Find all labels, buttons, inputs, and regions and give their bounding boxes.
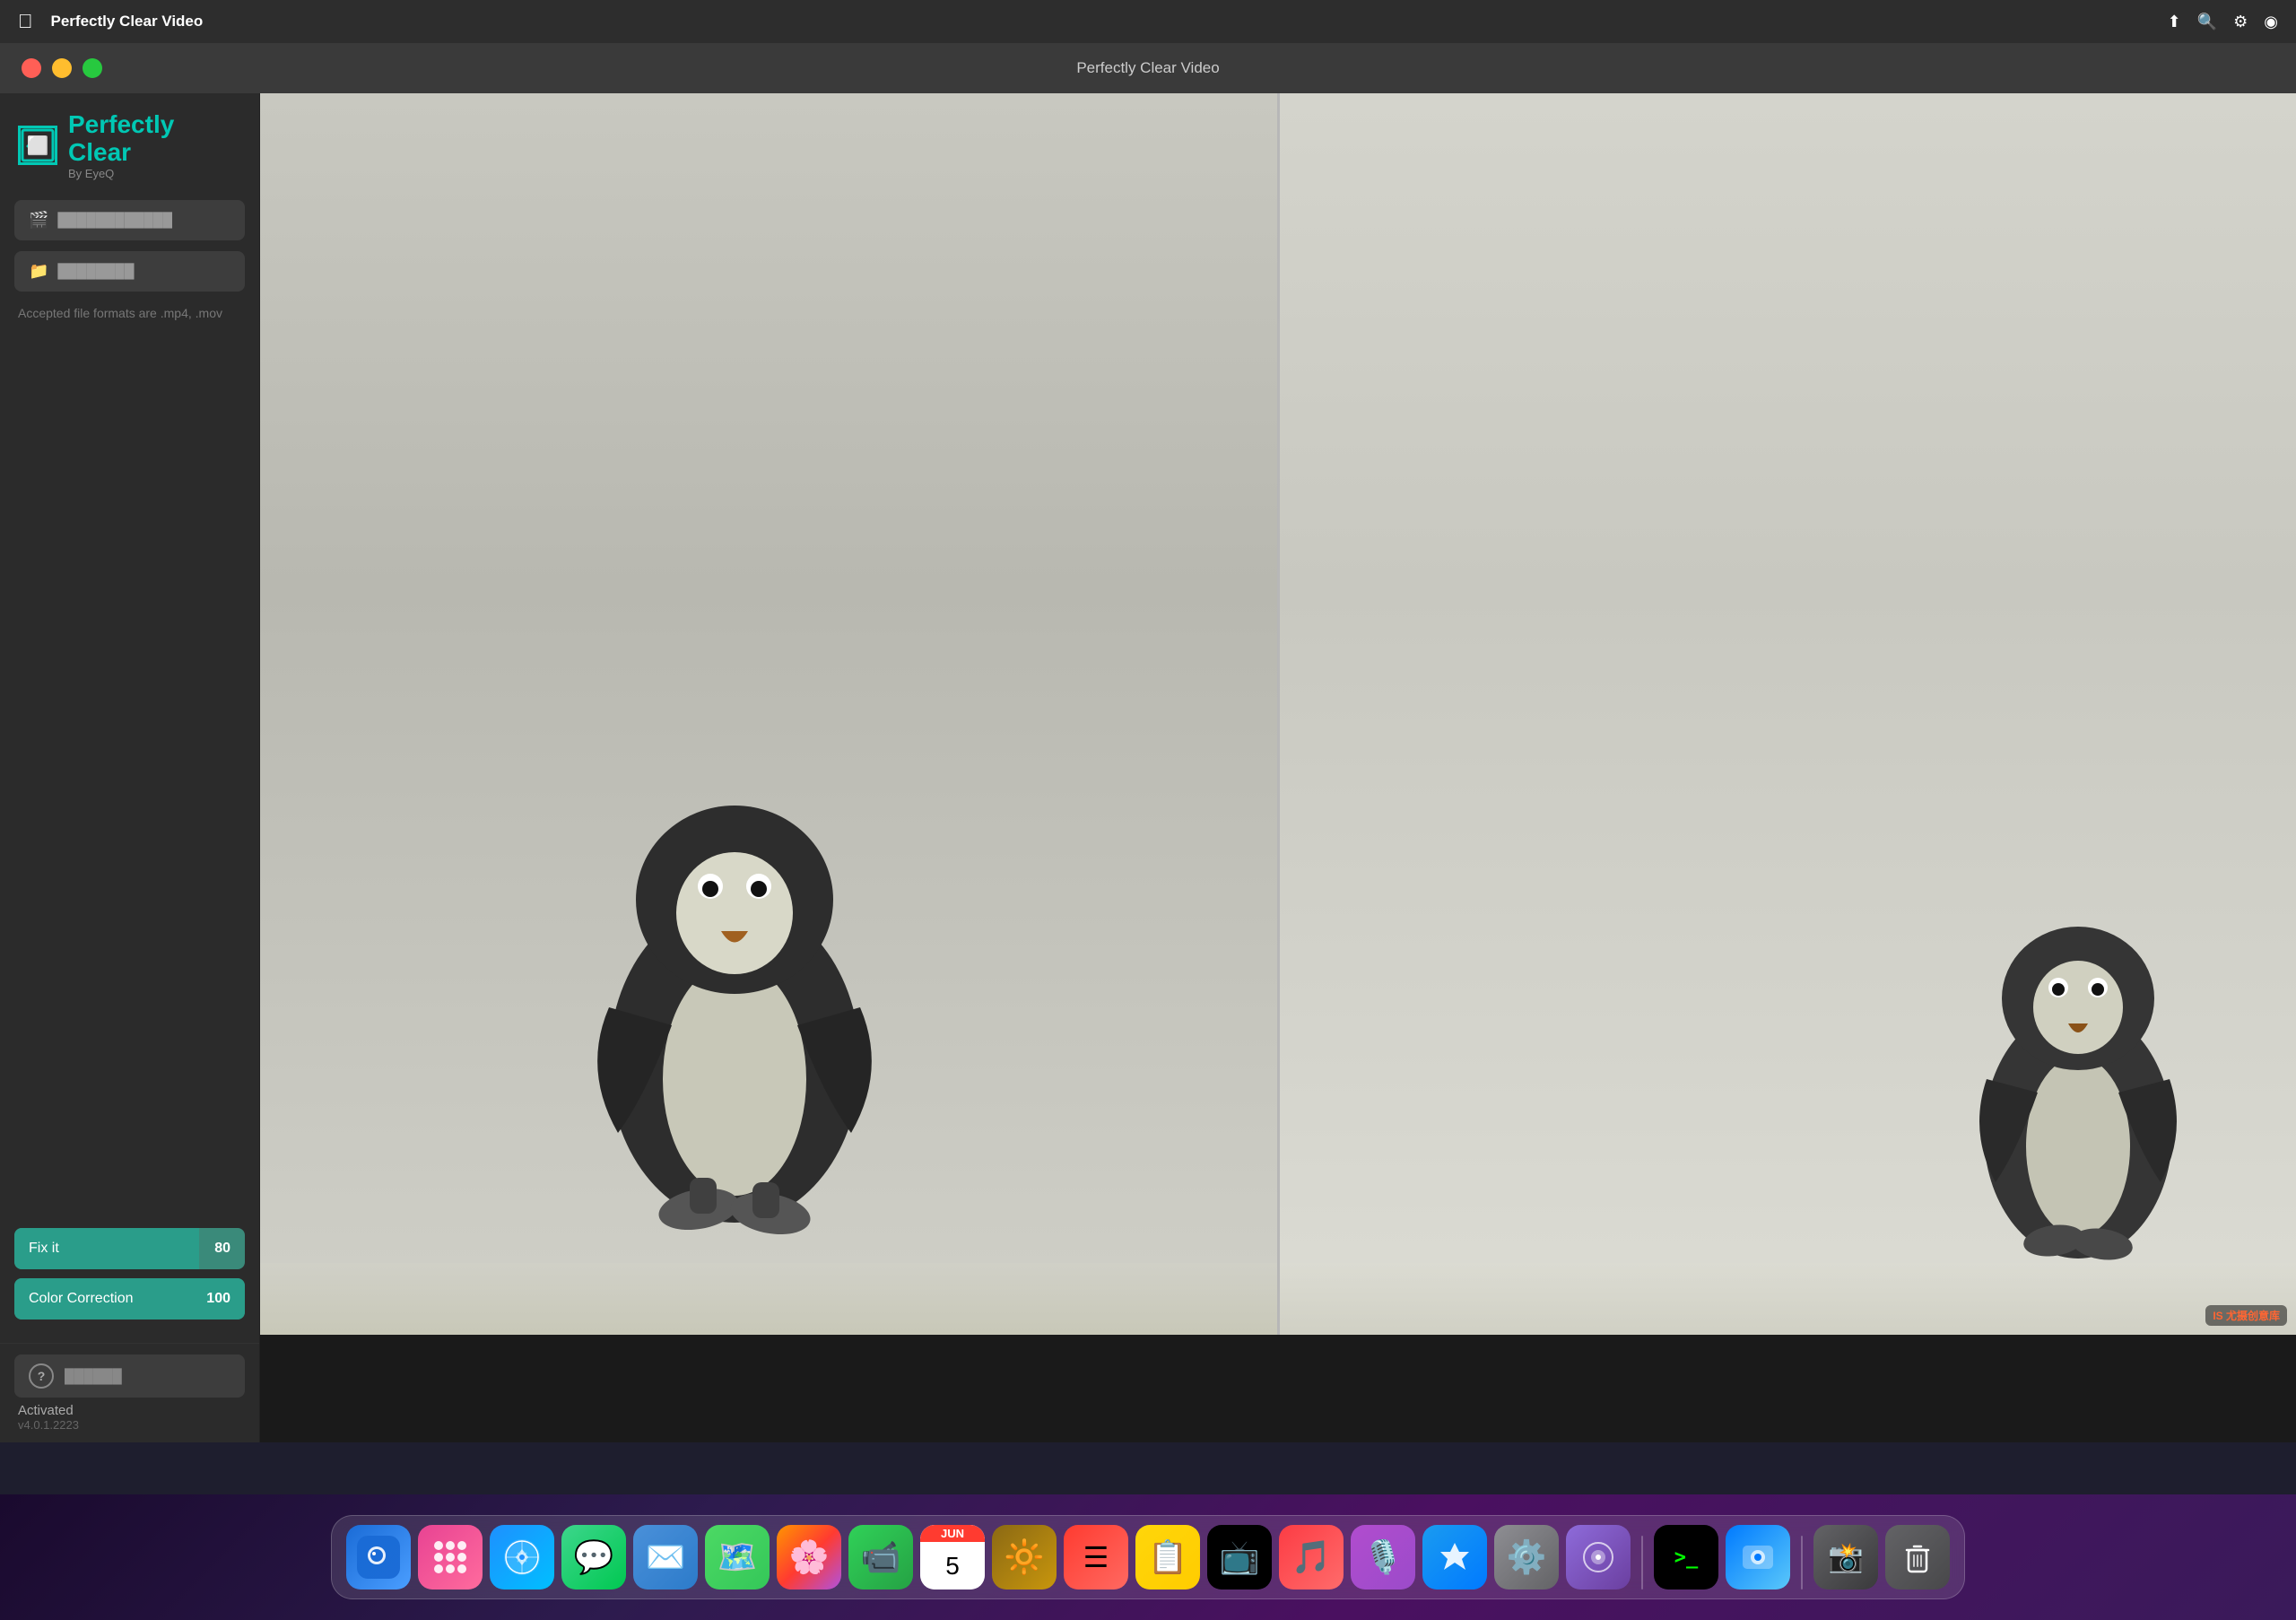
logo-text: Perfectly Clear By EyeQ (68, 111, 241, 180)
search-icon[interactable]: 🔍 (2197, 13, 2217, 31)
sidebar-spacer (0, 337, 259, 1228)
dock-messages[interactable]: 💬 (561, 1525, 626, 1590)
window-titlebar: Perfectly Clear Video (0, 43, 2296, 93)
window-controls (22, 58, 102, 78)
dock-photos[interactable]: 🌸 (777, 1525, 841, 1590)
dock-notes[interactable]: 📋 (1135, 1525, 1200, 1590)
dock-screen-record[interactable] (1726, 1525, 1790, 1590)
app-window: Perfectly Clear Video Perfectly Clear By… (0, 43, 2296, 1442)
dock-appletv[interactable]: 📺 (1207, 1525, 1272, 1590)
calendar-icon: JUN 5 (920, 1525, 985, 1590)
dock: 💬 ✉️ 🗺️ 🌸 📹 JUN 5 🔆 ☰ 📋 (331, 1515, 1965, 1599)
color-correction-label: Color Correction (14, 1291, 206, 1307)
dock-reminders[interactable]: ☰ (1064, 1525, 1128, 1590)
folder-icon: 📁 (29, 262, 48, 281)
dock-podcasts[interactable]: 🎙️ (1351, 1525, 1415, 1590)
version-text: v4.0.1.2223 (14, 1418, 245, 1432)
corner-watermark: IS 尤摄创意库 (2205, 1305, 2287, 1326)
close-button[interactable] (22, 58, 41, 78)
minimize-button[interactable] (52, 58, 72, 78)
dock-safari[interactable] (490, 1525, 554, 1590)
menubar:  Perfectly Clear Video ⬆ 🔍 ⚙ ◉ (0, 0, 2296, 43)
dock-facetime[interactable]: 📹 (848, 1525, 913, 1590)
cal-month: JUN (920, 1525, 985, 1542)
dock-terminal[interactable]: >_ (1654, 1525, 1718, 1590)
scene-right (1280, 93, 2296, 1335)
siri-icon[interactable]: ◉ (2264, 13, 2278, 31)
penguin-right (1961, 891, 2195, 1281)
snow-ground-right (1280, 1263, 2296, 1335)
maximize-button[interactable] (83, 58, 102, 78)
fix-it-value: 80 (214, 1241, 245, 1257)
output-folder-button[interactable]: 📁 ████████ (14, 251, 245, 292)
cal-day: 5 (920, 1542, 985, 1590)
menubar-right: ⬆ 🔍 ⚙ ◉ (2168, 13, 2278, 31)
dock-misc[interactable]: 📸 (1813, 1525, 1878, 1590)
dock-system-prefs[interactable]: ⚙️ (1494, 1525, 1559, 1590)
fix-it-slider[interactable]: Fix it 80 (14, 1228, 245, 1269)
dock-calendar[interactable]: JUN 5 (920, 1525, 985, 1590)
input-video-button[interactable]: 🎬 ████████████ (14, 200, 245, 240)
dock-area: 💬 ✉️ 🗺️ 🌸 📹 JUN 5 🔆 ☰ 📋 (0, 1494, 2296, 1620)
activated-status: Activated (14, 1403, 245, 1418)
help-label: ██████ (65, 1369, 122, 1384)
fix-it-label: Fix it (14, 1241, 214, 1257)
dock-finder[interactable] (346, 1525, 411, 1590)
control-center-icon[interactable]: ⚙ (2233, 13, 2248, 31)
scene-left (260, 93, 1277, 1335)
video-bottom-strip (260, 1335, 2296, 1442)
logo-main-text: Perfectly Clear (68, 111, 241, 167)
video-preview (260, 93, 2296, 1335)
sidebar-bottom: ? ██████ Activated v4.0.1.2223 (0, 1343, 259, 1442)
logo-icon (18, 126, 57, 165)
dock-appstore[interactable] (1422, 1525, 1487, 1590)
dock-finder2[interactable]: 🔆 (992, 1525, 1057, 1590)
window-title: Perfectly Clear Video (1076, 59, 1219, 77)
color-correction-value: 100 (206, 1291, 245, 1307)
dock-music[interactable]: 🎵 (1279, 1525, 1344, 1590)
slider-section: Fix it 80 Color Correction 100 (0, 1228, 259, 1343)
input-video-label: ████████████ (57, 213, 172, 228)
upload-icon[interactable]: ⬆ (2168, 13, 2181, 31)
penguin-left (564, 756, 905, 1263)
video-area (260, 93, 2296, 1335)
snow-ground-left (260, 1263, 1277, 1335)
dock-launchpad[interactable] (418, 1525, 483, 1590)
window-body: Perfectly Clear By EyeQ 🎬 ████████████ 📁… (0, 93, 2296, 1442)
apple-menu-icon[interactable]:  (18, 10, 33, 33)
dock-mail[interactable]: ✉️ (633, 1525, 698, 1590)
file-hint: Accepted file formats are .mp4, .mov (0, 297, 259, 337)
dock-trash[interactable] (1885, 1525, 1950, 1590)
main-content: IS 尤摄创意库 (260, 93, 2296, 1442)
dock-maps[interactable]: 🗺️ (705, 1525, 770, 1590)
video-icon: 🎬 (29, 211, 48, 230)
output-folder-label: ████████ (57, 264, 134, 279)
help-button[interactable]: ? ██████ (14, 1354, 245, 1398)
color-correction-slider[interactable]: Color Correction 100 (14, 1278, 245, 1320)
logo-sub-text: By EyeQ (68, 167, 241, 180)
dock-separator-2 (1801, 1536, 1803, 1590)
menubar-app-name[interactable]: Perfectly Clear Video (51, 13, 204, 30)
help-icon: ? (29, 1363, 54, 1389)
dock-separator (1641, 1536, 1643, 1590)
sidebar: Perfectly Clear By EyeQ 🎬 ████████████ 📁… (0, 93, 260, 1442)
sidebar-logo: Perfectly Clear By EyeQ (0, 93, 259, 195)
dock-instruments[interactable] (1566, 1525, 1631, 1590)
